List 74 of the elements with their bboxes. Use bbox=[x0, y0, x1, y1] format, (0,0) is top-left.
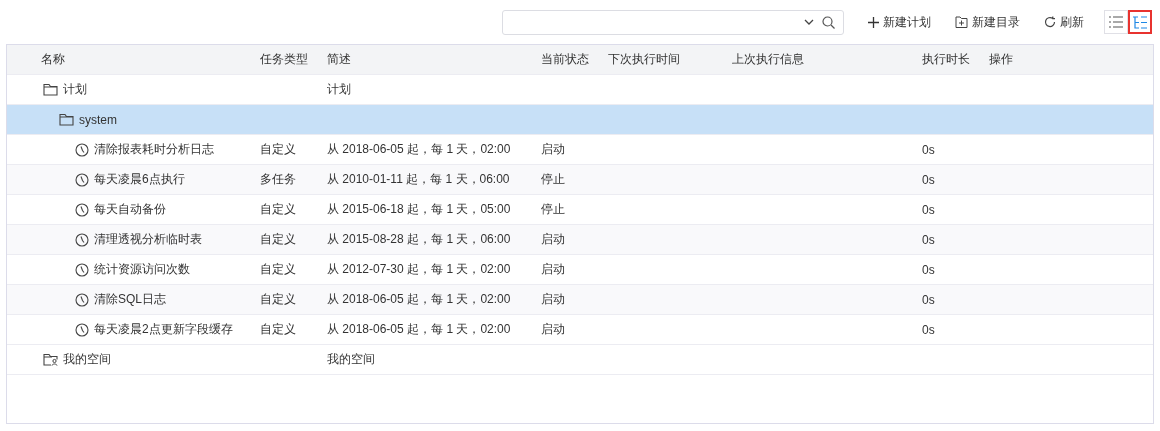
status-cell-text: 停止 bbox=[540, 202, 565, 216]
folder-icon bbox=[43, 83, 58, 96]
duration-cell-text: 0s bbox=[921, 322, 935, 337]
name-cell: 每天凌晨6点执行 bbox=[94, 171, 185, 188]
clock-icon bbox=[75, 142, 89, 157]
status-cell-text: 启动 bbox=[540, 292, 565, 306]
description-cell-text: 从 2015-08-28 起，每 1 天，06:00 bbox=[326, 232, 511, 246]
column-header: 下次执行时间 bbox=[607, 51, 681, 68]
column-header: 执行时长 bbox=[921, 51, 971, 68]
type-cell-text: 自定义 bbox=[259, 262, 296, 276]
description-cell-text: 计划 bbox=[326, 82, 351, 96]
chevron-down-icon[interactable] bbox=[804, 19, 814, 25]
description-cell-text: 从 2015-06-18 起，每 1 天，05:00 bbox=[326, 202, 511, 216]
name-cell: system bbox=[79, 112, 117, 127]
list-icon bbox=[1109, 16, 1123, 28]
type-cell-text: 自定义 bbox=[259, 142, 296, 156]
clock-icon bbox=[75, 172, 89, 187]
folder-person-icon bbox=[43, 353, 58, 366]
refresh-icon bbox=[1044, 16, 1056, 28]
duration-cell-text: 0s bbox=[921, 202, 935, 217]
name-cell: 计划 bbox=[63, 81, 87, 98]
toolbar-button[interactable]: 新建计划 bbox=[868, 13, 931, 31]
status-cell-text: 启动 bbox=[540, 232, 565, 246]
duration-cell-text: 0s bbox=[921, 262, 935, 277]
view-toggle[interactable] bbox=[1128, 10, 1152, 34]
status-cell-text: 启动 bbox=[540, 322, 565, 336]
clock-icon bbox=[75, 232, 89, 247]
type-cell-text: 自定义 bbox=[259, 292, 296, 306]
toolbar-button[interactable]: 新建目录 bbox=[955, 13, 1020, 31]
clock-icon bbox=[75, 292, 89, 307]
name-cell: 统计资源访问次数 bbox=[94, 261, 190, 278]
clock-icon bbox=[75, 262, 89, 277]
folder-plus-icon bbox=[955, 16, 968, 28]
type-cell-text: 多任务 bbox=[259, 172, 296, 186]
search-icon[interactable] bbox=[822, 15, 835, 29]
status-cell-text: 停止 bbox=[540, 172, 565, 186]
description-cell-text: 我的空间 bbox=[326, 352, 375, 366]
name-cell: 每天凌晨2点更新字段缓存 bbox=[94, 321, 233, 338]
toolbar-button[interactable]: 刷新 bbox=[1044, 13, 1084, 31]
description-cell-text: 从 2010-01-11 起，每 1 天，06:00 bbox=[326, 172, 510, 186]
status-cell-text: 启动 bbox=[540, 142, 565, 156]
plus-icon bbox=[868, 16, 879, 28]
duration-cell-text: 0s bbox=[921, 232, 935, 247]
description-cell-text: 从 2018-06-05 起，每 1 天，02:00 bbox=[326, 322, 511, 336]
type-cell-text: 自定义 bbox=[259, 322, 296, 336]
table-row[interactable]: 每天凌晨6点执行 多任务 从 2010-01-11 起，每 1 天，06:00 停止 0s bbox=[7, 165, 1153, 195]
clock-icon bbox=[75, 322, 89, 337]
name-cell: 我的空间 bbox=[63, 351, 111, 368]
duration-cell-text: 0s bbox=[921, 292, 935, 307]
table-row[interactable]: 清除SQL日志 自定义 从 2018-06-05 起，每 1 天，02:00 启动 0s bbox=[7, 285, 1153, 315]
type-cell-text: 自定义 bbox=[259, 232, 296, 246]
status-cell-text: 启动 bbox=[540, 262, 565, 276]
column-header: 简述 bbox=[326, 51, 352, 68]
name-cell: 清理透视分析临时表 bbox=[94, 231, 202, 248]
clock-icon bbox=[75, 202, 89, 217]
search-field[interactable] bbox=[502, 9, 844, 35]
description-cell-text: 从 2012-07-30 起，每 1 天，02:00 bbox=[326, 262, 511, 276]
tree-view-icon bbox=[1133, 15, 1147, 29]
column-header: 任务类型 bbox=[259, 51, 309, 68]
folder-icon bbox=[59, 113, 74, 126]
name-cell: 清除SQL日志 bbox=[94, 291, 166, 308]
type-cell-text: 自定义 bbox=[259, 202, 296, 216]
name-cell: 清除报表耗时分析日志 bbox=[94, 141, 214, 158]
table-row[interactable]: system bbox=[7, 105, 1153, 135]
column-header: 当前状态 bbox=[540, 51, 590, 68]
table-row[interactable]: 清理透视分析临时表 自定义 从 2015-08-28 起，每 1 天，06:00 启动 0s bbox=[7, 225, 1153, 255]
description-cell-text: 从 2018-06-05 起，每 1 天，02:00 bbox=[326, 142, 511, 156]
column-header: 名称 bbox=[40, 51, 66, 68]
column-header: 操作 bbox=[988, 51, 1014, 68]
description-cell-text: 从 2018-06-05 起，每 1 天，02:00 bbox=[326, 292, 511, 306]
duration-cell-text: 0s bbox=[921, 172, 935, 187]
column-header: 上次执行信息 bbox=[731, 51, 805, 68]
duration-cell-text: 0s bbox=[921, 142, 935, 157]
name-cell: 每天自动备份 bbox=[94, 201, 166, 218]
